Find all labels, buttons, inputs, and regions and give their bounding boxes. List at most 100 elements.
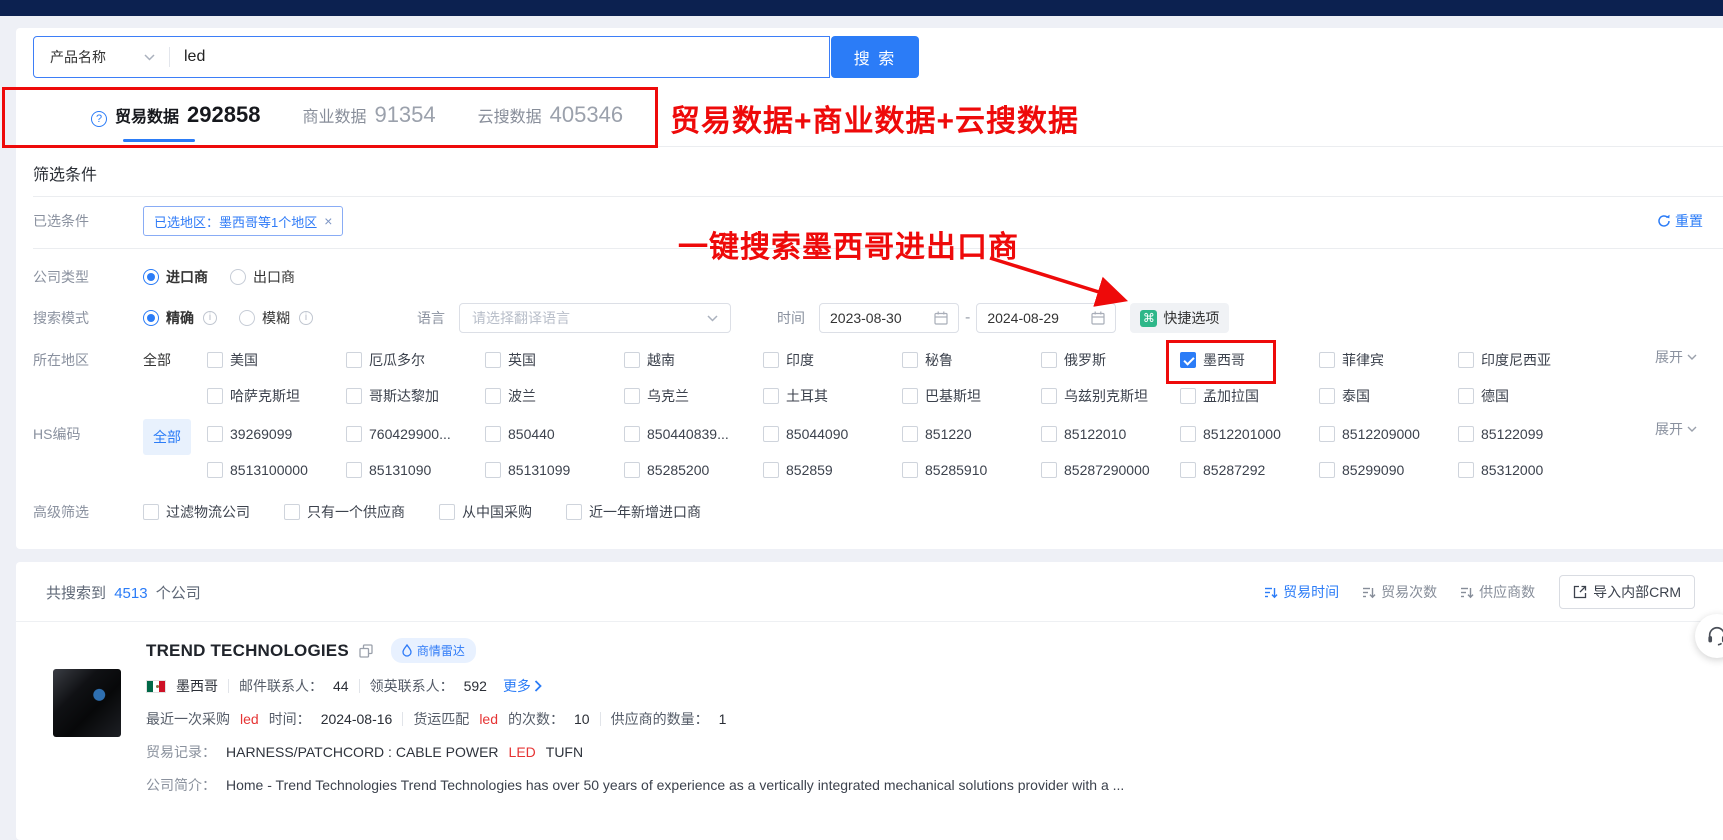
- checkbox[interactable]: [485, 462, 501, 478]
- checkbox-item[interactable]: 秘鲁: [902, 349, 1041, 371]
- checkbox[interactable]: [566, 504, 582, 520]
- checkbox-item[interactable]: 泰国: [1319, 385, 1458, 407]
- checkbox[interactable]: [1041, 462, 1057, 478]
- checkbox[interactable]: [1458, 426, 1474, 442]
- search-field-selector[interactable]: 产品名称: [34, 47, 169, 67]
- checkbox-item[interactable]: 85287292: [1180, 459, 1319, 481]
- checkbox-item[interactable]: 852859: [763, 459, 902, 481]
- checkbox[interactable]: [284, 504, 300, 520]
- checkbox[interactable]: [207, 426, 223, 442]
- checkbox-item[interactable]: 760429900...: [346, 423, 485, 445]
- import-crm-button[interactable]: 导入内部CRM: [1559, 575, 1695, 609]
- checkbox[interactable]: [1180, 462, 1196, 478]
- region-expand-link[interactable]: 展开: [1655, 347, 1697, 367]
- checkbox-item[interactable]: 85285200: [624, 459, 763, 481]
- remove-tag-icon[interactable]: ×: [324, 213, 332, 229]
- checkbox[interactable]: [346, 462, 362, 478]
- checkbox-item[interactable]: 85131099: [485, 459, 624, 481]
- checkbox-item[interactable]: 8512201000: [1180, 423, 1319, 445]
- question-circle-icon[interactable]: ?: [91, 111, 107, 127]
- checkbox-item[interactable]: 851220: [902, 423, 1041, 445]
- info-circle-icon[interactable]: i: [203, 311, 217, 325]
- checkbox-item[interactable]: 乌克兰: [624, 385, 763, 407]
- checkbox[interactable]: [207, 388, 223, 404]
- search-button[interactable]: 搜 索: [831, 36, 919, 78]
- company-thumbnail[interactable]: [53, 669, 121, 737]
- checkbox[interactable]: [485, 388, 501, 404]
- checkbox[interactable]: [624, 462, 640, 478]
- info-circle-icon[interactable]: i: [299, 311, 313, 325]
- radio-exporter[interactable]: 出口商: [230, 262, 295, 292]
- checkbox-item[interactable]: 85287290000: [1041, 459, 1180, 481]
- checkbox-item[interactable]: 墨西哥: [1180, 349, 1319, 371]
- checkbox[interactable]: [1180, 352, 1196, 368]
- checkbox-item[interactable]: 菲律宾: [1319, 349, 1458, 371]
- checkbox-item[interactable]: 85312000: [1458, 459, 1597, 481]
- checkbox-item[interactable]: 土耳其: [763, 385, 902, 407]
- checkbox-item[interactable]: 85122010: [1041, 423, 1180, 445]
- checkbox-item[interactable]: 39269099: [207, 423, 346, 445]
- start-date-input[interactable]: 2023-08-30: [819, 303, 959, 333]
- checkbox-item[interactable]: 85285910: [902, 459, 1041, 481]
- radio-exact[interactable]: 精确 i: [143, 303, 217, 333]
- region-all-option[interactable]: 全部: [143, 345, 207, 375]
- checkbox-item[interactable]: 850440839...: [624, 423, 763, 445]
- checkbox-item[interactable]: 越南: [624, 349, 763, 371]
- checkbox-item[interactable]: 厄瓜多尔: [346, 349, 485, 371]
- checkbox-item[interactable]: 印度尼西亚: [1458, 349, 1597, 371]
- checkbox-item[interactable]: 8513100000: [207, 459, 346, 481]
- tab-cloud-search-data[interactable]: 云搜数据 405346: [478, 96, 623, 142]
- checkbox-item[interactable]: 美国: [207, 349, 346, 371]
- checkbox-item[interactable]: 波兰: [485, 385, 624, 407]
- checkbox[interactable]: [763, 426, 779, 442]
- end-date-input[interactable]: 2024-08-29: [976, 303, 1116, 333]
- business-radar-badge[interactable]: 商情雷达: [391, 638, 476, 663]
- checkbox[interactable]: [763, 388, 779, 404]
- checkbox[interactable]: [902, 462, 918, 478]
- checkbox[interactable]: [902, 388, 918, 404]
- checkbox-item[interactable]: 乌兹别克斯坦: [1041, 385, 1180, 407]
- checkbox-item[interactable]: 英国: [485, 349, 624, 371]
- checkbox-item[interactable]: 德国: [1458, 385, 1597, 407]
- checkbox-item[interactable]: 8512209000: [1319, 423, 1458, 445]
- checkbox-item[interactable]: 哈萨克斯坦: [207, 385, 346, 407]
- radio-fuzzy[interactable]: 模糊 i: [239, 303, 313, 333]
- search-input-group[interactable]: 产品名称: [33, 36, 830, 78]
- checkbox[interactable]: [346, 426, 362, 442]
- hs-all-option[interactable]: 全部: [143, 419, 191, 455]
- checkbox[interactable]: [624, 426, 640, 442]
- checkbox[interactable]: [763, 352, 779, 368]
- checkbox[interactable]: [346, 388, 362, 404]
- reset-button[interactable]: 重置: [1657, 211, 1703, 231]
- checkbox-item[interactable]: 只有一个供应商: [284, 501, 405, 523]
- copy-icon[interactable]: [359, 644, 373, 658]
- sort-trade-count[interactable]: 贸易次数: [1363, 582, 1437, 602]
- checkbox-item[interactable]: 过滤物流公司: [143, 501, 250, 523]
- checkbox[interactable]: [485, 426, 501, 442]
- checkbox[interactable]: [1458, 462, 1474, 478]
- checkbox-item[interactable]: 85131090: [346, 459, 485, 481]
- checkbox[interactable]: [902, 426, 918, 442]
- language-select[interactable]: 请选择翻译语言: [459, 303, 731, 333]
- radio-importer[interactable]: 进口商: [143, 262, 208, 292]
- checkbox-item[interactable]: 巴基斯坦: [902, 385, 1041, 407]
- checkbox[interactable]: [143, 504, 159, 520]
- checkbox[interactable]: [207, 352, 223, 368]
- checkbox-item[interactable]: 印度: [763, 349, 902, 371]
- tab-business-data[interactable]: 商业数据 91354: [302, 96, 435, 142]
- checkbox[interactable]: [207, 462, 223, 478]
- checkbox[interactable]: [346, 352, 362, 368]
- quick-options-button[interactable]: ⌘ 快捷选项: [1130, 303, 1229, 333]
- checkbox[interactable]: [1458, 388, 1474, 404]
- checkbox[interactable]: [624, 352, 640, 368]
- more-link[interactable]: 更多: [503, 676, 542, 696]
- checkbox[interactable]: [1041, 426, 1057, 442]
- checkbox-item[interactable]: 哥斯达黎加: [346, 385, 485, 407]
- company-name[interactable]: TREND TECHNOLOGIES: [146, 641, 349, 661]
- checkbox-item[interactable]: 850440: [485, 423, 624, 445]
- checkbox[interactable]: [1319, 388, 1335, 404]
- checkbox[interactable]: [1041, 352, 1057, 368]
- checkbox-item[interactable]: 85044090: [763, 423, 902, 445]
- checkbox[interactable]: [1180, 426, 1196, 442]
- search-query-input[interactable]: [170, 37, 829, 77]
